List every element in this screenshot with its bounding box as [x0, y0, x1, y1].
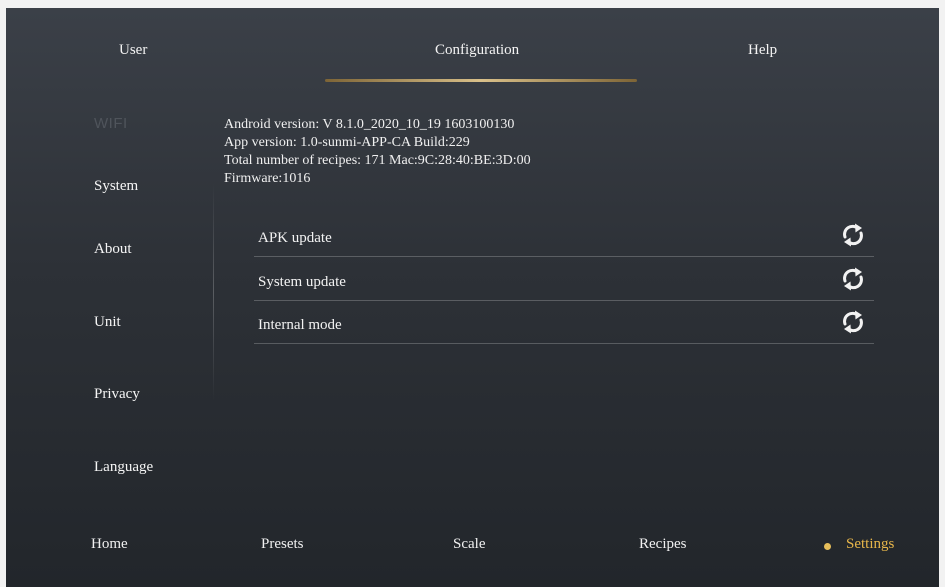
sidebar-item-privacy[interactable]: Privacy — [94, 386, 140, 403]
refresh-icon[interactable] — [838, 220, 868, 250]
tab-user[interactable]: User — [119, 42, 147, 59]
app-version-text: App version: 1.0-sunmi-APP-CA Build:229 — [224, 135, 470, 150]
system-update-row[interactable]: System update — [254, 258, 874, 301]
sidebar-item-wifi[interactable]: WIFI — [94, 115, 128, 132]
recipes-mac-text: Total number of recipes: 171 Mac:9C:28:4… — [224, 153, 531, 168]
sidebar-divider — [213, 183, 214, 401]
android-version-text: Android version: V 8.1.0_2020_10_19 1603… — [224, 117, 515, 132]
nav-recipes[interactable]: Recipes — [639, 536, 686, 553]
sidebar-item-unit[interactable]: Unit — [94, 314, 121, 331]
active-tab-indicator — [325, 79, 637, 82]
tab-help[interactable]: Help — [748, 42, 777, 59]
nav-presets[interactable]: Presets — [261, 536, 304, 553]
nav-home[interactable]: Home — [91, 536, 128, 553]
nav-scale[interactable]: Scale — [453, 536, 485, 553]
apk-update-label: APK update — [258, 230, 332, 246]
sidebar-item-system[interactable]: System — [94, 178, 138, 195]
internal-mode-row[interactable]: Internal mode — [254, 301, 874, 344]
refresh-icon[interactable] — [838, 264, 868, 294]
app-window: User Configuration Help WIFI System Abou… — [6, 8, 939, 587]
internal-mode-label: Internal mode — [258, 317, 342, 333]
apk-update-row[interactable]: APK update — [254, 214, 874, 257]
sidebar-item-language[interactable]: Language — [94, 459, 153, 476]
system-info: Android version: V 8.1.0_2020_10_19 1603… — [224, 116, 531, 188]
active-indicator-dot — [824, 543, 831, 550]
system-update-label: System update — [258, 274, 346, 290]
firmware-text: Firmware:1016 — [224, 171, 311, 186]
tab-configuration[interactable]: Configuration — [435, 42, 519, 59]
nav-settings[interactable]: Settings — [846, 536, 894, 553]
sidebar-item-about[interactable]: About — [94, 241, 132, 258]
refresh-icon[interactable] — [838, 307, 868, 337]
top-tab-bar: User Configuration Help — [6, 8, 939, 94]
